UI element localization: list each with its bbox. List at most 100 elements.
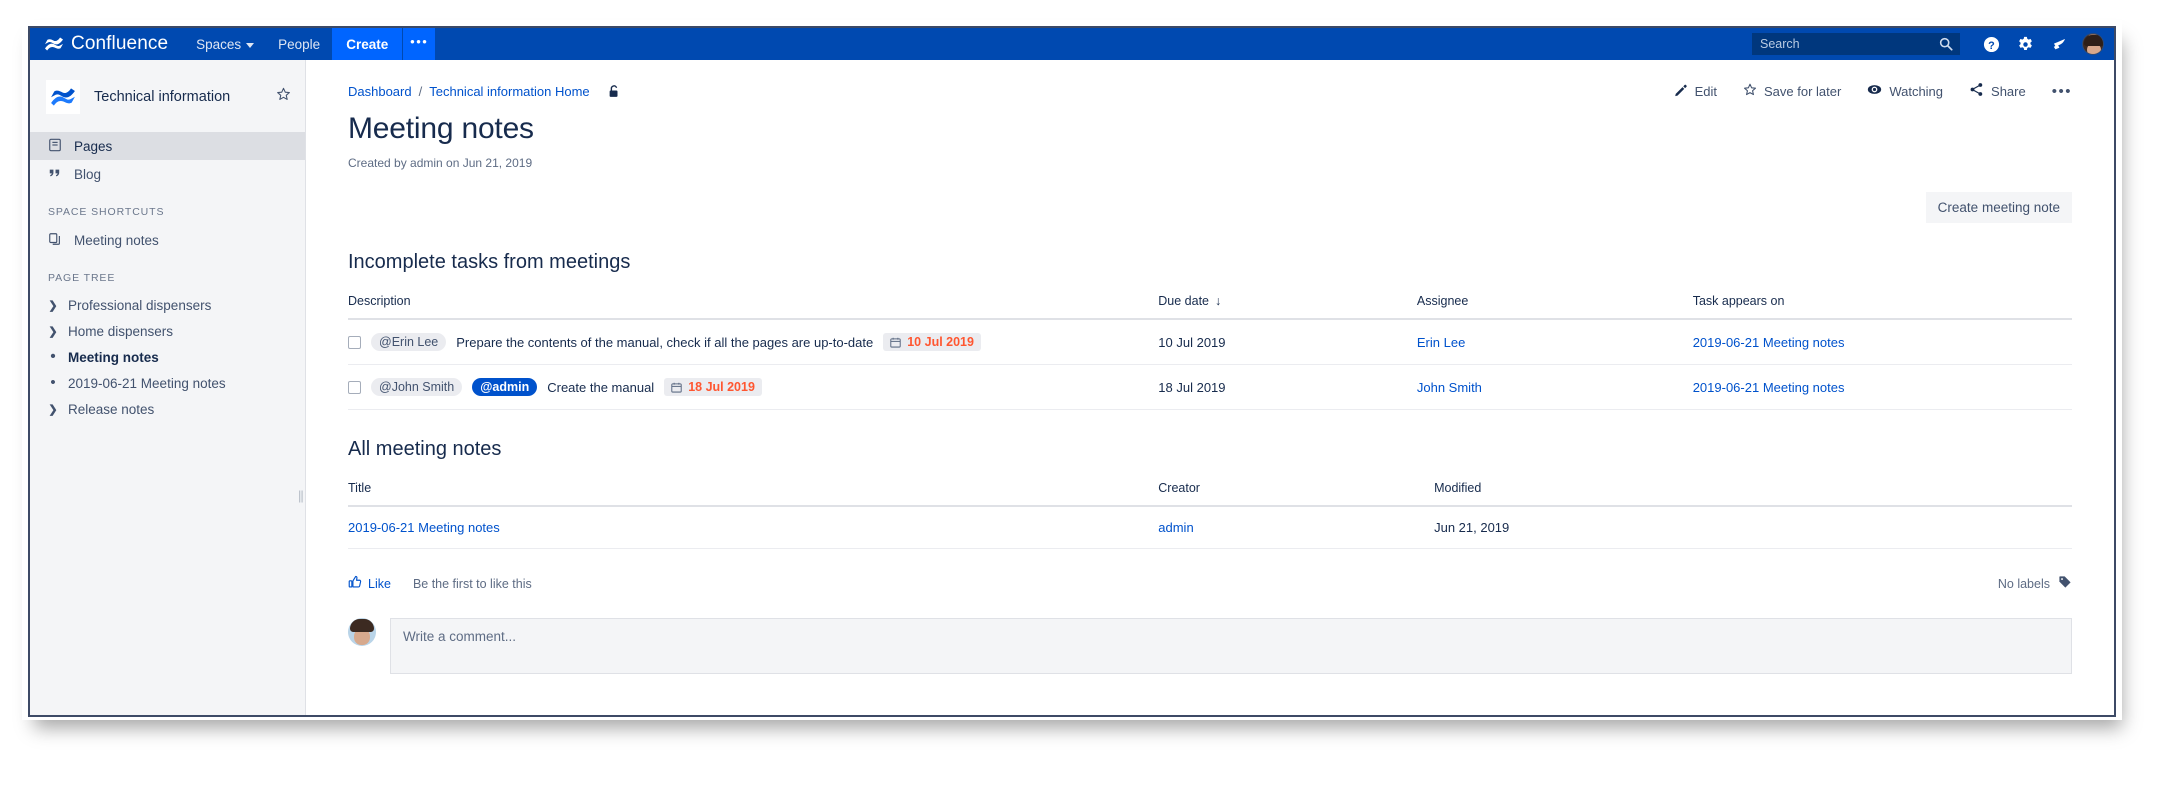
column-header-assignee: Assignee — [1416, 294, 1693, 320]
sidebar-item-pages-label: Pages — [74, 138, 113, 154]
tree-item-label: Meeting notes — [68, 349, 159, 365]
task-checkbox[interactable] — [348, 380, 361, 394]
page-footer-meta: Like Be the first to like this No labels — [348, 575, 2072, 592]
sidebar-shortcuts-heading: SPACE SHORTCUTS — [48, 206, 165, 218]
chevron-down-icon — [246, 42, 255, 48]
breadcrumb: Dashboard / Technical information Home — [348, 84, 621, 99]
comment-input[interactable]: Write a comment... — [390, 618, 2072, 674]
page-title: Meeting notes — [348, 112, 534, 145]
task-source-link[interactable]: 2019-06-21 Meeting notes — [1693, 380, 1845, 395]
due-date-lozenge-label: 10 Jul 2019 — [907, 335, 974, 349]
table-header-row: Description Due date ↓ Assignee Task appe… — [348, 294, 2072, 320]
sidebar-item-blog[interactable]: Blog — [30, 160, 305, 188]
task-checkbox[interactable] — [348, 335, 361, 349]
edit-button-label: Edit — [1694, 83, 1717, 99]
chevron-right-icon[interactable]: ❯ — [48, 325, 58, 338]
mention-lozenge-current-user[interactable]: @admin — [472, 378, 538, 396]
confluence-window: Confluence Spaces People Create ••• Sear… — [28, 26, 2116, 717]
note-title-link[interactable]: 2019-06-21 Meeting notes — [348, 520, 500, 535]
copy-icon — [48, 232, 62, 249]
assignee-cell: John Smith — [1416, 364, 1693, 410]
bell-icon[interactable] — [2042, 28, 2076, 60]
search-container[interactable] — [1752, 33, 1960, 55]
note-creator-link[interactable]: admin — [1158, 520, 1193, 535]
nav-spaces-label: Spaces — [196, 36, 242, 52]
comment-composer: Write a comment... — [348, 618, 2072, 674]
help-icon[interactable]: ? — [1974, 28, 2008, 60]
tree-item-home-dispensers[interactable]: ❯ Home dispensers — [30, 318, 305, 344]
thumbs-up-icon — [348, 575, 362, 592]
brand-label: Confluence — [71, 33, 169, 54]
all-meeting-notes-table: Title Creator Modified 2019-06-21 Meetin… — [348, 481, 2072, 549]
avatar[interactable] — [348, 618, 376, 646]
nav-people[interactable]: People — [266, 28, 332, 60]
quote-icon — [48, 166, 62, 183]
column-header-task-appears-on: Task appears on — [1692, 294, 2072, 320]
search-input[interactable] — [1752, 33, 1960, 55]
column-header-description: Description — [348, 294, 1159, 320]
due-date-lozenge-label: 18 Jul 2019 — [688, 380, 755, 394]
calendar-icon — [671, 382, 682, 393]
incomplete-tasks-heading: Incomplete tasks from meetings — [348, 251, 631, 273]
create-more-label: ••• — [410, 34, 429, 49]
calendar-icon — [890, 337, 901, 348]
create-more-button[interactable]: ••• — [403, 28, 436, 60]
sidebar-item-pages[interactable]: Pages — [30, 132, 305, 160]
assignee-link[interactable]: Erin Lee — [1417, 335, 1465, 350]
due-date-lozenge[interactable]: 18 Jul 2019 — [664, 378, 762, 396]
tree-item-release-notes[interactable]: ❯ Release notes — [30, 396, 305, 422]
tree-item-professional-dispensers[interactable]: ❯ Professional dispensers — [30, 292, 305, 318]
due-date-lozenge[interactable]: 10 Jul 2019 — [883, 333, 981, 351]
assignee-link[interactable]: John Smith — [1417, 380, 1482, 395]
tree-item-label: Home dispensers — [68, 323, 174, 339]
tree-item-2019-06-21-meeting-notes[interactable]: • 2019-06-21 Meeting notes — [30, 370, 305, 396]
breadcrumb-space-home[interactable]: Technical information Home — [429, 84, 589, 99]
watching-label: Watching — [1889, 83, 1944, 99]
tree-item-meeting-notes[interactable]: • Meeting notes — [30, 344, 305, 370]
mention-lozenge[interactable]: @Erin Lee — [371, 333, 447, 351]
confluence-logo[interactable]: Confluence — [30, 33, 184, 55]
task-text: Create the manual — [547, 379, 655, 395]
column-header-title: Title — [348, 481, 1159, 507]
like-status-text: Be the first to like this — [412, 576, 532, 591]
sidebar-item-blog-label: Blog — [74, 166, 102, 182]
gear-icon[interactable] — [2008, 28, 2042, 60]
sidebar-tree-heading: PAGE TREE — [48, 272, 116, 284]
search-icon — [1939, 37, 1953, 51]
labels-text: No labels — [1997, 576, 2050, 591]
column-header-due-date[interactable]: Due date ↓ — [1158, 294, 1417, 320]
sort-descending-icon: ↓ — [1215, 294, 1222, 308]
task-description-cell: @John Smith @admin Create the manual 18 … — [348, 364, 1159, 410]
unlock-icon[interactable] — [607, 84, 621, 99]
save-for-later-label: Save for later — [1763, 83, 1842, 99]
nav-people-label: People — [278, 36, 321, 52]
breadcrumb-dashboard[interactable]: Dashboard — [348, 84, 412, 99]
page-icon — [48, 138, 62, 155]
nav-spaces[interactable]: Spaces — [184, 28, 266, 60]
sidebar-resize-handle[interactable]: || — [298, 488, 304, 503]
share-button[interactable]: Share — [1969, 82, 2026, 100]
space-logo-icon — [46, 80, 80, 114]
task-source-link[interactable]: 2019-06-21 Meeting notes — [1693, 335, 1845, 350]
chevron-right-icon[interactable]: ❯ — [48, 403, 58, 416]
page-actions-more-button[interactable]: ••• — [2052, 83, 2072, 100]
edit-button[interactable]: Edit — [1674, 83, 1717, 100]
incomplete-tasks-table: Description Due date ↓ Assignee Task appe… — [348, 294, 2072, 410]
create-button[interactable]: Create — [332, 28, 403, 60]
create-meeting-note-row: Create meeting note — [348, 192, 2072, 223]
sidebar-shortcut-meeting-notes[interactable]: Meeting notes — [30, 226, 305, 254]
create-meeting-note-button[interactable]: Create meeting note — [1925, 192, 2072, 223]
star-icon[interactable] — [276, 87, 291, 107]
task-text: Prepare the contents of the manual, chec… — [456, 334, 874, 350]
watching-button[interactable]: Watching — [1867, 82, 1943, 100]
save-for-later-button[interactable]: Save for later — [1743, 83, 1841, 100]
chevron-right-icon[interactable]: ❯ — [48, 299, 58, 312]
mention-lozenge[interactable]: @John Smith — [371, 378, 463, 396]
like-button[interactable]: Like — [348, 575, 391, 592]
column-header-modified: Modified — [1434, 481, 2072, 507]
like-button-label: Like — [368, 576, 391, 591]
table-header-row: Title Creator Modified — [348, 481, 2072, 507]
labels-section[interactable]: No labels — [1998, 575, 2072, 592]
assignee-cell: Erin Lee — [1416, 319, 1693, 365]
avatar[interactable] — [2082, 33, 2104, 55]
